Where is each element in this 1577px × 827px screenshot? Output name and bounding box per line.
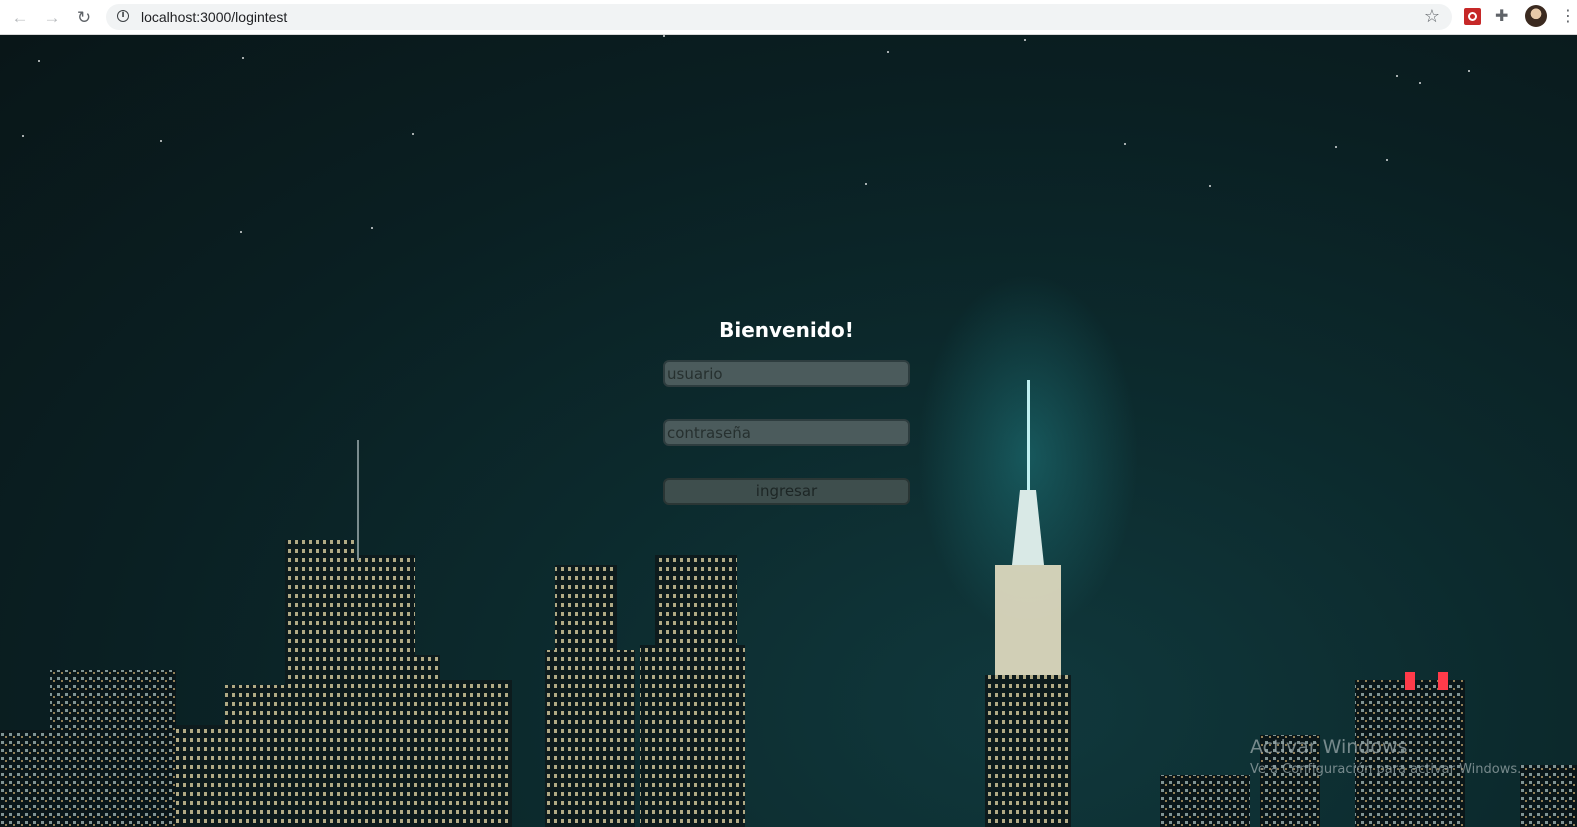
windows-activation-watermark: Activar Windows Ve a Configuración para … xyxy=(1250,736,1521,777)
back-icon[interactable]: ← xyxy=(9,6,31,28)
browser-menu-icon[interactable]: ⋮ xyxy=(1560,6,1576,25)
extension-icon[interactable] xyxy=(1464,8,1481,25)
submit-button[interactable]: ingresar xyxy=(663,478,910,505)
browser-toolbar: ← → ↻ i localhost:3000/logintest ☆ ✚ ⋮ xyxy=(0,0,1577,35)
reload-icon[interactable]: ↻ xyxy=(73,6,95,28)
username-input[interactable] xyxy=(663,360,910,387)
forward-icon[interactable]: → xyxy=(41,6,63,28)
address-url[interactable]: localhost:3000/logintest xyxy=(141,9,287,25)
profile-avatar[interactable] xyxy=(1525,5,1547,27)
welcome-title: Bienvenido! xyxy=(719,318,854,342)
site-info-icon[interactable]: i xyxy=(117,10,129,22)
extensions-puzzle-icon[interactable]: ✚ xyxy=(1495,6,1508,25)
address-bar[interactable]: i localhost:3000/logintest ☆ xyxy=(106,4,1452,30)
watermark-subtitle: Ve a Configuración para activar Windows. xyxy=(1250,762,1522,777)
watermark-title: Activar Windows xyxy=(1250,736,1408,758)
password-input[interactable] xyxy=(663,419,910,446)
bookmark-star-icon[interactable]: ☆ xyxy=(1424,6,1440,27)
